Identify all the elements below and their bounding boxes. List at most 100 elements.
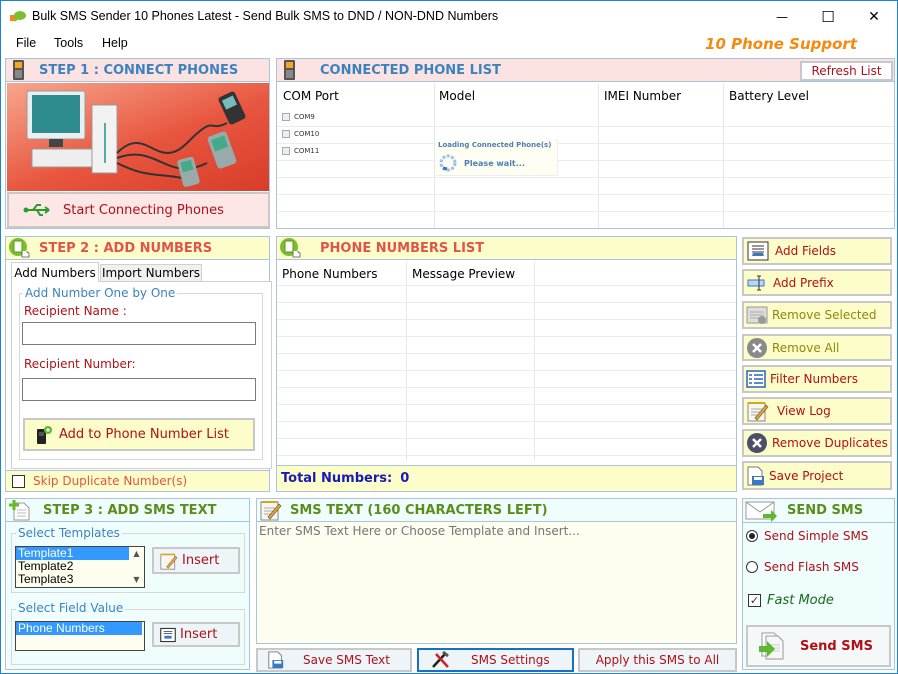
port-row[interactable]: COM9 [282, 113, 315, 121]
grid-line [277, 302, 736, 303]
sms-text-input[interactable] [257, 523, 736, 643]
loading-title: Loading Connected Phone(s) [438, 141, 552, 149]
save-sms-text-label: Save SMS Text [303, 653, 390, 667]
remove-all-label: Remove All [772, 340, 840, 355]
insert-field-button[interactable]: Insert [152, 622, 240, 647]
field-option[interactable]: Phone Numbers [16, 622, 142, 635]
insert-template-button[interactable]: Insert [152, 547, 240, 574]
tab-add-numbers-label: Add Numbers [14, 265, 96, 280]
radio-unselected-icon[interactable] [746, 561, 758, 573]
save-document-icon [268, 651, 284, 669]
minimize-button[interactable]: — [759, 1, 805, 32]
add-fields-icon [747, 241, 769, 261]
send-flash-radio[interactable]: Send Flash SMS [746, 560, 859, 574]
grid-line [277, 387, 736, 388]
port-checkbox[interactable] [282, 147, 290, 155]
maximize-button[interactable]: ☐ [805, 1, 851, 32]
grid-line [277, 353, 736, 354]
listbox-scrollbar[interactable]: ▲ ▼ [129, 547, 144, 587]
insert-template-label: Insert [182, 553, 220, 568]
sms-text-header: SMS TEXT (160 CHARACTERS LEFT) [257, 499, 736, 522]
save-document-icon [747, 466, 764, 485]
port-checkbox[interactable] [282, 113, 290, 121]
skip-duplicates-bar: Skip Duplicate Number(s) [6, 470, 269, 491]
notepad-pencil-icon [160, 553, 178, 570]
menu-help[interactable]: Help [102, 36, 128, 50]
maximize-icon: ☐ [821, 7, 835, 26]
col-battery[interactable]: Battery Level [729, 89, 809, 103]
add-phone-hand-icon [9, 238, 30, 258]
fast-mode-checkbox[interactable]: ✓ Fast Mode [748, 593, 834, 608]
add-to-list-button[interactable]: Add to Phone Number List [23, 418, 255, 451]
step2-panel: STEP 2 : ADD NUMBERS Add Numbers Import … [5, 236, 272, 492]
add-fields-icon [160, 627, 176, 642]
filter-numbers-button[interactable]: Filter Numbers [742, 365, 892, 393]
sms-text-title: SMS TEXT (160 CHARACTERS LEFT) [290, 502, 548, 518]
start-connecting-button[interactable]: Start Connecting Phones [7, 192, 270, 228]
remove-duplicates-button[interactable]: Remove Duplicates [742, 429, 892, 457]
col-model[interactable]: Model [439, 89, 475, 103]
recipient-number-input[interactable] [22, 378, 256, 401]
col-message-preview[interactable]: Message Preview [412, 267, 515, 281]
port-checkbox[interactable] [282, 130, 290, 138]
computer-phones-image [26, 90, 246, 187]
recipient-number-label: Recipient Number: [24, 357, 136, 371]
filter-list-icon [746, 370, 766, 388]
add-fields-button[interactable]: Add Fields [742, 237, 892, 265]
total-numbers-label: Total Numbers: [281, 471, 393, 486]
numbers-list-header: PHONE NUMBERS LIST [277, 237, 736, 260]
field-value-listbox[interactable]: Phone Numbers [15, 621, 145, 651]
brand-label: 10 Phone Support [705, 35, 857, 53]
send-sms-label: Send SMS [800, 638, 873, 654]
phone-icon [284, 60, 295, 80]
send-sms-header: SEND SMS [743, 499, 894, 523]
step2-header: STEP 2 : ADD NUMBERS [6, 237, 269, 260]
col-phone-numbers[interactable]: Phone Numbers [282, 267, 377, 281]
step3-header: STEP 3 : ADD SMS TEXT [6, 499, 249, 522]
fast-mode-label: Fast Mode [767, 593, 834, 608]
checkbox-checked-icon[interactable]: ✓ [748, 594, 761, 607]
tab-import-numbers[interactable]: Import Numbers [100, 264, 202, 282]
notepad-pencil-icon [747, 402, 769, 422]
close-button[interactable]: ✕ [851, 1, 897, 32]
grid-line [277, 438, 736, 439]
remove-all-button[interactable]: Remove All [742, 334, 892, 361]
sms-settings-button[interactable]: SMS Settings [417, 648, 574, 672]
start-connecting-label: Start Connecting Phones [63, 202, 224, 218]
apply-sms-all-button[interactable]: Apply this SMS to All [578, 648, 737, 672]
scroll-down-icon[interactable]: ▼ [129, 573, 144, 586]
recipient-name-input[interactable] [22, 322, 256, 345]
send-simple-label: Send Simple SMS [764, 529, 869, 543]
port-row[interactable]: COM11 [282, 147, 319, 155]
phone-icon [13, 60, 24, 80]
template-option[interactable]: Template3 [16, 573, 144, 586]
connected-title: CONNECTED PHONE LIST [320, 62, 501, 78]
loading-popup: Loading Connected Phone(s) Please wait..… [436, 139, 558, 176]
field-value-group-label: Select Field Value [16, 601, 126, 615]
tab-add-numbers[interactable]: Add Numbers [11, 262, 99, 282]
scroll-up-icon[interactable]: ▲ [129, 547, 144, 560]
refresh-list-button[interactable]: Refresh List [800, 61, 893, 81]
connect-illustration [7, 83, 269, 191]
skip-duplicates-checkbox[interactable] [12, 474, 25, 488]
step1-title: STEP 1 : CONNECT PHONES [39, 62, 239, 78]
col-imei[interactable]: IMEI Number [604, 89, 681, 103]
save-sms-text-button[interactable]: Save SMS Text [256, 648, 412, 672]
send-sms-button[interactable]: Send SMS [746, 625, 891, 667]
radio-selected-icon[interactable] [746, 530, 758, 542]
remove-selected-button[interactable]: Remove Selected [742, 301, 892, 329]
skip-duplicates-label[interactable]: Skip Duplicate Number(s) [33, 474, 187, 488]
title-bar: Bulk SMS Sender 10 Phones Latest - Send … [1, 1, 897, 32]
insert-field-label: Insert [180, 627, 218, 642]
templates-listbox[interactable]: Template1 Template2 Template3 ▲ ▼ [15, 546, 145, 588]
menu-file[interactable]: File [16, 36, 36, 50]
menu-tools[interactable]: Tools [54, 36, 83, 50]
send-simple-radio[interactable]: Send Simple SMS [746, 529, 868, 543]
port-row[interactable]: COM10 [282, 130, 319, 138]
add-prefix-button[interactable]: Add Prefix [742, 269, 892, 296]
col-com-port[interactable]: COM Port [283, 89, 339, 103]
view-log-button[interactable]: View Log [742, 397, 892, 425]
grid-line [277, 160, 894, 161]
save-project-button[interactable]: Save Project [742, 461, 892, 490]
remove-selected-icon [746, 306, 768, 324]
